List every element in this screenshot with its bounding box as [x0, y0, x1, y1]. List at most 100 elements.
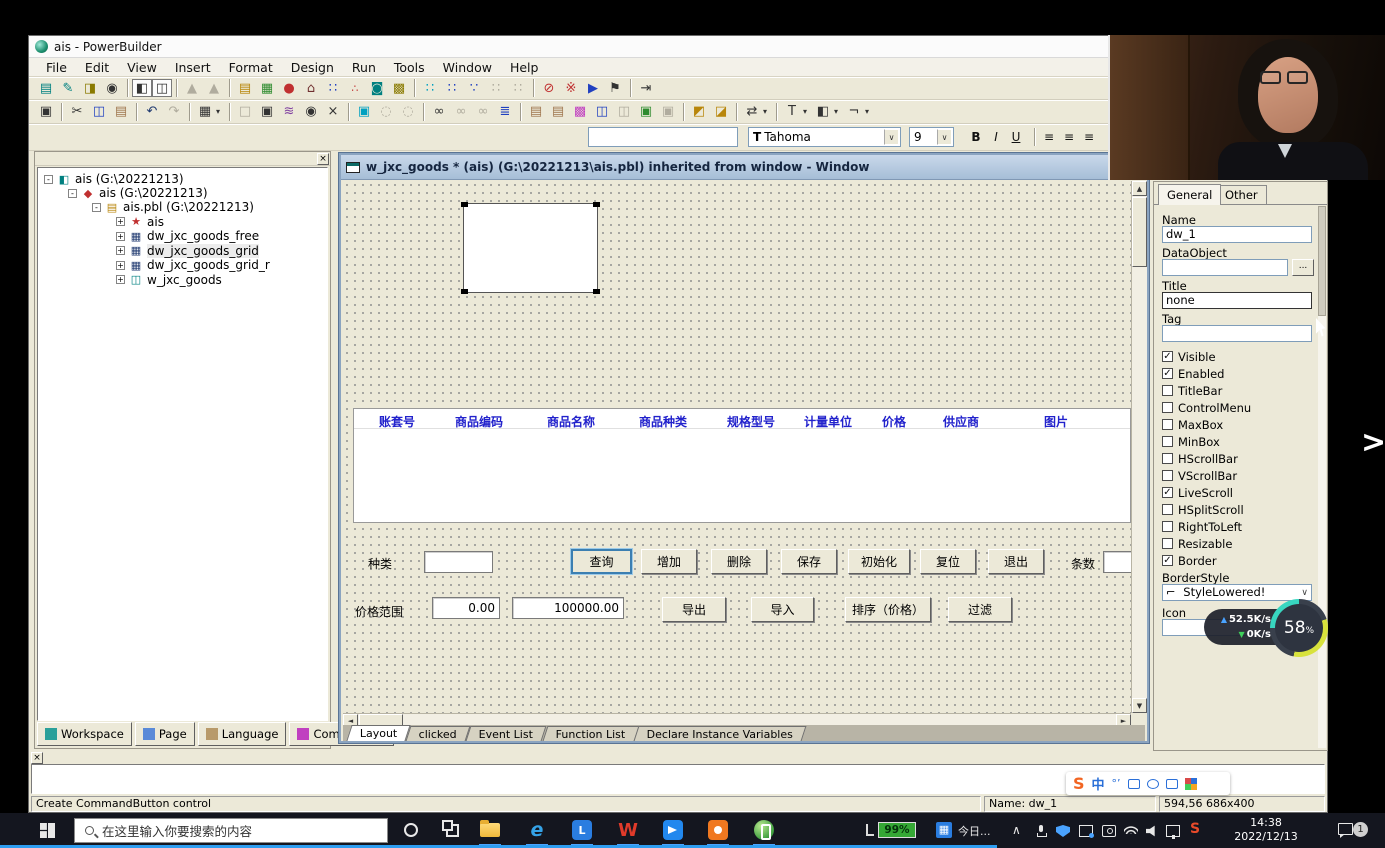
- debug-icon[interactable]: ⚑: [604, 79, 626, 98]
- expand-icon[interactable]: +: [116, 246, 125, 255]
- background-color-dropdown-icon[interactable]: ▾: [834, 107, 843, 116]
- browser-app-button[interactable]: [705, 818, 731, 842]
- tab-page[interactable]: Page: [134, 722, 195, 746]
- dataobject-input[interactable]: [1162, 259, 1288, 276]
- close-output-icon[interactable]: ×: [31, 752, 43, 764]
- size-dropdown-icon[interactable]: ∨: [937, 129, 952, 145]
- name-combo[interactable]: [588, 127, 738, 147]
- border-dropdown-icon[interactable]: ▾: [865, 107, 874, 116]
- data-pipeline-icon[interactable]: ◙: [366, 79, 388, 98]
- sogou-tray-icon[interactable]: S: [1190, 821, 1200, 837]
- find-icon[interactable]: ∞: [428, 102, 450, 121]
- structure-icon[interactable]: ▣: [635, 102, 657, 121]
- check-livescroll[interactable]: ✓ LiveScroll: [1162, 486, 1233, 500]
- launcher-button[interactable]: L: [569, 818, 595, 842]
- check-enabled[interactable]: ✓ Enabled: [1162, 367, 1224, 381]
- font-combo[interactable]: T Tahoma ∨: [748, 127, 901, 147]
- browser-icon[interactable]: ∴: [344, 79, 366, 98]
- add-button[interactable]: 增加: [641, 549, 697, 574]
- input-indicator-icon[interactable]: [1166, 825, 1180, 839]
- redo-icon[interactable]: ↷: [163, 102, 185, 121]
- menu-file[interactable]: File: [37, 59, 76, 76]
- background-color-icon[interactable]: ◧: [812, 102, 834, 121]
- instance-vars-icon[interactable]: ◫: [613, 102, 635, 121]
- datawindow-control[interactable]: 账套号 商品编码 商品名称 商品种类 规格型号 计量单位 价格 供应商 图片: [353, 408, 1131, 523]
- news-widget-icon[interactable]: ▦: [936, 822, 952, 838]
- paste-statement-icon[interactable]: ▤: [547, 102, 569, 121]
- shared-vars-icon[interactable]: ◫: [591, 102, 613, 121]
- tree-item-pbl[interactable]: - ▤ ais.pbl (G:\20221213): [92, 200, 254, 214]
- design-canvas[interactable]: 账套号 商品编码 商品名称 商品种类 规格型号 计量单位 价格 供应商 图片 种…: [343, 181, 1131, 713]
- label-style-icon[interactable]: ∷: [485, 79, 507, 98]
- tab-layout[interactable]: Layout: [346, 725, 412, 741]
- full-build-icon[interactable]: ※: [560, 79, 582, 98]
- browse-icon[interactable]: ◉: [101, 79, 123, 98]
- spacing-dropdown-icon[interactable]: ▾: [763, 107, 772, 116]
- script-icon[interactable]: ≋: [278, 102, 300, 121]
- tag-input[interactable]: [1162, 325, 1312, 342]
- menu-help[interactable]: Help: [501, 59, 548, 76]
- tree-item-window[interactable]: + ◫ w_jxc_goods: [116, 273, 222, 287]
- reset-button[interactable]: 复位: [920, 549, 976, 574]
- edit-source-icon[interactable]: ▩: [388, 79, 410, 98]
- price-min-input[interactable]: 0.00: [432, 597, 500, 619]
- tree-item-workspace[interactable]: - ◧ ais (G:\20221213): [44, 172, 184, 186]
- new-icon[interactable]: ▤: [35, 79, 57, 98]
- ime-toolbox-icon[interactable]: [1165, 778, 1178, 789]
- ime-punctuation[interactable]: °’: [1112, 777, 1121, 790]
- function-icon[interactable]: ▣: [657, 102, 679, 121]
- tree-item-dw-grid-r[interactable]: + ▦ dw_jxc_goods_grid_r: [116, 258, 270, 272]
- system-tree-icon[interactable]: ◧: [132, 79, 152, 97]
- expand-icon[interactable]: +: [116, 260, 125, 270]
- painter-title-bar[interactable]: w_jxc_goods * (ais) (G:\20221213\ais.pbl…: [341, 155, 1147, 180]
- tree-item-label[interactable]: ais.pbl (G:\20221213): [123, 200, 254, 214]
- grid-dropdown-icon[interactable]: ▾: [216, 107, 225, 116]
- todo-list-icon[interactable]: ∷: [322, 79, 344, 98]
- next-pane-icon[interactable]: ▲: [203, 79, 225, 98]
- docs-app-button[interactable]: [660, 818, 686, 842]
- copy-icon[interactable]: ◫: [88, 102, 110, 121]
- ie-button[interactable]: e: [524, 818, 550, 842]
- tree-item-target[interactable]: - ◆ ais (G:\20221213): [68, 186, 208, 200]
- picture-control[interactable]: [461, 202, 600, 294]
- underline-button[interactable]: U: [1006, 127, 1026, 147]
- file-explorer-button[interactable]: [477, 818, 503, 842]
- task-view-button[interactable]: [442, 820, 459, 837]
- panel-grab-bar[interactable]: ×: [35, 152, 330, 166]
- pipeline-icon[interactable]: ▩: [569, 102, 591, 121]
- tab-general[interactable]: General: [1158, 184, 1222, 205]
- tree-item-dw-free[interactable]: + ▦ dw_jxc_goods_free: [116, 229, 259, 243]
- battery-indicator[interactable]: 99%: [866, 822, 918, 839]
- collapse-icon[interactable]: -: [92, 202, 101, 212]
- clip-window-icon[interactable]: ◫: [152, 79, 172, 97]
- bold-button[interactable]: B: [966, 127, 986, 147]
- check-border[interactable]: ✓ Border: [1162, 554, 1217, 568]
- taskbar-clock[interactable]: 14:38 2022/12/13: [1214, 816, 1318, 844]
- tree-item-label[interactable]: dw_jxc_goods_grid_r: [147, 258, 270, 272]
- align-center-icon[interactable]: ≡: [1059, 127, 1079, 147]
- ime-keyboard-icon[interactable]: [1127, 778, 1140, 789]
- close-painter-icon[interactable]: ×: [322, 102, 344, 121]
- cortana-button[interactable]: [404, 823, 418, 837]
- wps-button[interactable]: W: [615, 818, 641, 842]
- kind-input[interactable]: [424, 551, 493, 573]
- tree-item-label[interactable]: ais (G:\20221213): [75, 172, 184, 186]
- camera-icon[interactable]: [1102, 825, 1116, 837]
- check-righttoleft[interactable]: RightToLeft: [1162, 520, 1242, 534]
- title-input[interactable]: none: [1162, 292, 1312, 309]
- filter-button[interactable]: 过滤: [948, 597, 1012, 622]
- select-color-icon[interactable]: ▣: [353, 102, 375, 121]
- text-color-dropdown-icon[interactable]: ▾: [803, 107, 812, 116]
- grid-style-icon[interactable]: ∷: [419, 79, 441, 98]
- powerbuilder-task-button[interactable]: [751, 818, 777, 842]
- tab-language[interactable]: Language: [197, 722, 287, 746]
- init-button[interactable]: 初始化: [848, 549, 910, 574]
- italic-button[interactable]: I: [986, 127, 1006, 147]
- menu-run[interactable]: Run: [343, 59, 385, 76]
- expand-icon[interactable]: +: [116, 231, 125, 241]
- mic-icon[interactable]: [1034, 825, 1048, 837]
- grid-toggle-icon[interactable]: ▦: [194, 102, 216, 121]
- save-button[interactable]: 保存: [781, 549, 837, 574]
- name-input[interactable]: dw_1: [1162, 226, 1312, 243]
- check-vscrollbar[interactable]: VScrollBar: [1162, 469, 1237, 483]
